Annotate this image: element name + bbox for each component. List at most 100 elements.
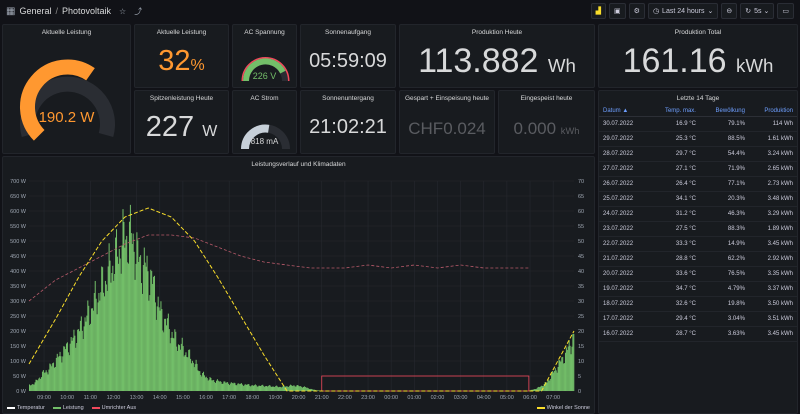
- legend-item-leistung[interactable]: Leistung: [52, 405, 84, 411]
- table-cell: 22.07.2022: [599, 236, 649, 252]
- leistung-bar: [29, 385, 31, 391]
- leistung-bar: [53, 362, 55, 391]
- y-tick-label: 0 W: [16, 389, 27, 395]
- table-row: 17.07.2022 29.4 °C 3.04% 3.51 kWh: [599, 311, 797, 327]
- leistung-bar: [264, 386, 266, 391]
- legend-item-temperatur[interactable]: Temperatur: [7, 405, 45, 411]
- table-cell: 26.07.2022: [599, 176, 649, 192]
- leistung-bar: [243, 385, 245, 391]
- leistung-bar: [311, 389, 313, 391]
- panel-ac-strom[interactable]: AC Strom 818 mA: [232, 90, 297, 154]
- leistung-bar: [299, 386, 301, 391]
- chart-legend: Temperatur Leistung Umrichter Aus Winkel…: [7, 405, 590, 411]
- leistung-bar: [279, 386, 281, 391]
- leistung-bar: [47, 374, 49, 391]
- breadcrumb-dashboard[interactable]: Photovoltaik: [62, 6, 111, 16]
- table-cell: 3.50 kWh: [748, 296, 797, 312]
- table-cell: 3.48 kWh: [748, 191, 797, 207]
- settings-button[interactable]: ⚙: [628, 3, 645, 19]
- breadcrumb-folder[interactable]: General: [19, 6, 51, 16]
- panel-eingespeist[interactable]: Eingespeist heute 0.000 kWh: [498, 90, 595, 154]
- column-header[interactable]: Datum ▲: [599, 106, 649, 117]
- column-header[interactable]: Temp. max.: [648, 106, 700, 117]
- leistung-bar: [225, 382, 227, 391]
- x-tick-label: 18:00: [245, 395, 259, 401]
- leistung-bar: [212, 380, 214, 391]
- leistung-bar: [143, 247, 145, 391]
- leistung-bar: [32, 384, 34, 391]
- time-range-picker[interactable]: ◷ Last 24 hours ⌄: [647, 3, 719, 19]
- panel-letzte-14-tage[interactable]: Letzte 14 Tage Datum ▲ Temp. max. Bewölkun…: [598, 90, 798, 414]
- add-panel-button[interactable]: ▟: [590, 3, 607, 19]
- y2-tick-label: 0: [578, 389, 581, 395]
- x-tick-label: 19:00: [269, 395, 283, 401]
- leistung-bar: [282, 385, 284, 391]
- leistung-bar: [280, 387, 282, 391]
- table-cell: 30.07.2022: [599, 116, 649, 132]
- chevron-down-icon: ⌄: [763, 8, 770, 15]
- timeseries-chart[interactable]: 0 W50 W100 W150 W200 W250 W300 W350 W400…: [3, 169, 595, 414]
- apps-icon[interactable]: ▦: [6, 6, 15, 17]
- leistung-bar: [107, 266, 109, 391]
- column-header[interactable]: Produktion: [748, 106, 797, 117]
- panel-ac-spannung[interactable]: AC Spannung 226 V: [232, 24, 297, 88]
- panel-produktion-heute[interactable]: Produktion Heute 113.882 Wh: [399, 24, 595, 88]
- leistung-bar: [95, 298, 97, 391]
- star-icon[interactable]: ☆: [119, 7, 126, 16]
- panel-spitzenleistung[interactable]: Spitzenleistung Heute 227 W: [134, 90, 229, 154]
- zoom-out-button[interactable]: ⊖: [721, 3, 738, 19]
- leistung-bar: [254, 384, 256, 391]
- table-row: 25.07.2022 34.1 °C 20.3% 3.48 kWh: [599, 191, 797, 207]
- x-tick-label: 11:00: [84, 395, 97, 401]
- table-cell: 76.5%: [699, 266, 749, 282]
- leistung-bar: [110, 282, 112, 391]
- share-icon[interactable]: ⤴: [134, 6, 142, 17]
- legend-item-umrichter-aus[interactable]: Umrichter Aus: [91, 405, 136, 411]
- leistung-bar: [114, 274, 116, 391]
- leistung-bar: [67, 352, 69, 391]
- stat-value: 21:02:21: [309, 116, 387, 138]
- leistung-bar: [29, 384, 30, 391]
- panel-aktuelle-leistung-percent[interactable]: Aktuelle Leistung 32%: [134, 24, 229, 88]
- leistung-bar: [240, 383, 242, 391]
- panel-sonnenaufgang[interactable]: Sonnenaufgang 05:59:09: [300, 24, 396, 88]
- x-tick-label: 22:00: [338, 395, 352, 401]
- legend-item-winkel-der-sonne[interactable]: Winkel der Sonne: [536, 405, 590, 411]
- leistung-bar: [207, 380, 209, 391]
- y-tick-label: 600 W: [10, 209, 27, 215]
- panel-gespart[interactable]: Gespart + Einspeisung heute CHF0.024: [399, 90, 495, 154]
- leistung-bar: [204, 377, 206, 391]
- y2-tick-label: 45: [578, 254, 584, 260]
- leistung-bar: [198, 371, 200, 391]
- table-cell: 33.6 °C: [648, 266, 700, 282]
- leistung-bar: [111, 272, 113, 391]
- leistung-bar: [164, 318, 166, 391]
- leistung-bar: [100, 292, 102, 391]
- panel-aktuelle-leistung-gauge[interactable]: Aktuelle Leistung 190.2 W: [2, 24, 131, 154]
- panel-sonnenuntergang[interactable]: Sonnenuntergang 21:02:21: [300, 90, 396, 154]
- refresh-button[interactable]: ↻ 5s ⌄: [740, 3, 775, 19]
- table-row: 29.07.2022 25.3 °C 88.5% 1.61 kWh: [599, 131, 797, 147]
- panel-title: Eingespeist heute: [520, 95, 573, 102]
- leistung-bar: [116, 229, 118, 391]
- panel-produktion-total[interactable]: Produktion Total 161.16 kWh: [598, 24, 798, 88]
- y2-tick-label: 15: [578, 344, 584, 350]
- leistung-bar: [80, 316, 82, 391]
- leistung-bar: [568, 340, 570, 391]
- leistung-bar: [274, 387, 276, 391]
- table-cell: 71.9%: [699, 161, 749, 177]
- leistung-bar: [104, 280, 106, 391]
- leistung-bar: [139, 256, 141, 391]
- leistung-bar: [68, 355, 70, 391]
- leistung-bar: [42, 370, 44, 391]
- refresh-interval: 5s: [754, 7, 762, 15]
- leistung-bar: [203, 375, 205, 391]
- panel-leistungsverlauf[interactable]: Leistungsverlauf und Klimadaten 0 W 50 W 1…: [2, 156, 595, 414]
- tv-mode-button[interactable]: ▭: [777, 3, 794, 19]
- leistung-bar: [227, 382, 229, 391]
- leistung-bar: [48, 369, 50, 391]
- table-cell: 3.51 kWh: [748, 311, 797, 327]
- save-dashboard-button[interactable]: ▣: [609, 3, 626, 19]
- column-header[interactable]: Bewölkung: [699, 106, 749, 117]
- leistung-bar: [135, 263, 137, 391]
